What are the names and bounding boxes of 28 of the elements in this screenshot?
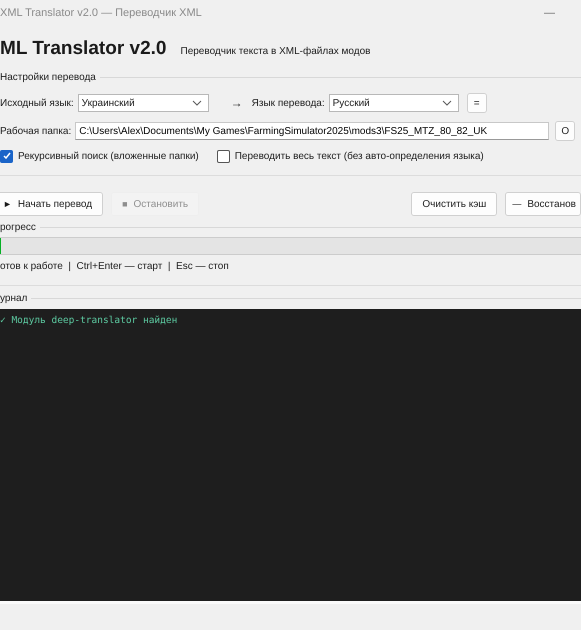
checkbox[interactable] [216,150,230,162]
checkmark-icon [2,151,12,161]
target-language-label: Язык перевода: [252,98,325,108]
app-subtitle: Переводчик текста в XML-файлах модов [180,46,370,57]
action-button[interactable]: — Восстанов [505,192,581,216]
group-label: Настройки перевода [0,72,96,82]
action-button[interactable]: Очистить кэш [411,192,498,216]
minimize-button[interactable]: — [540,7,559,19]
source-language-dropdown[interactable]: Украинский [78,94,209,112]
chevron-down-icon [442,100,452,106]
chevron-down-icon [192,100,202,106]
source-language-label: Исходный язык: [0,98,74,108]
app-title: ML Translator v2.0 [0,38,166,60]
browse-button[interactable]: О [555,121,576,141]
group-label: рогресс [0,222,36,232]
swap-button[interactable]: = [466,93,487,113]
arrow-text: → [230,96,243,110]
window-title: XML Translator v2.0 — Переводчик XML [0,7,202,19]
folder-label: Рабочая папка: [0,126,72,136]
folder-field[interactable]: C:\Users\Alex\Documents\My Games\FarmingSimulator2025\mods3\FS25_MTZ_80_82_UK [75,122,550,140]
status-text: отов к работе | Ctrl+Enter — старт | Esc — стоп [0,261,230,274]
target-language-dropdown[interactable]: Русский [328,94,459,112]
log-line: ✓ Модуль deep-translator найден [0,315,178,326]
checkbox-label[interactable]: Рекурсивный поиск (вложенные папки) [18,150,199,162]
group-label: урнал [0,292,28,304]
checkbox-label[interactable]: Переводить весь текст (без авто-определения языка) [234,150,484,162]
checkbox[interactable] [0,150,13,162]
action-button[interactable]: ► Начать перевод [0,192,104,216]
